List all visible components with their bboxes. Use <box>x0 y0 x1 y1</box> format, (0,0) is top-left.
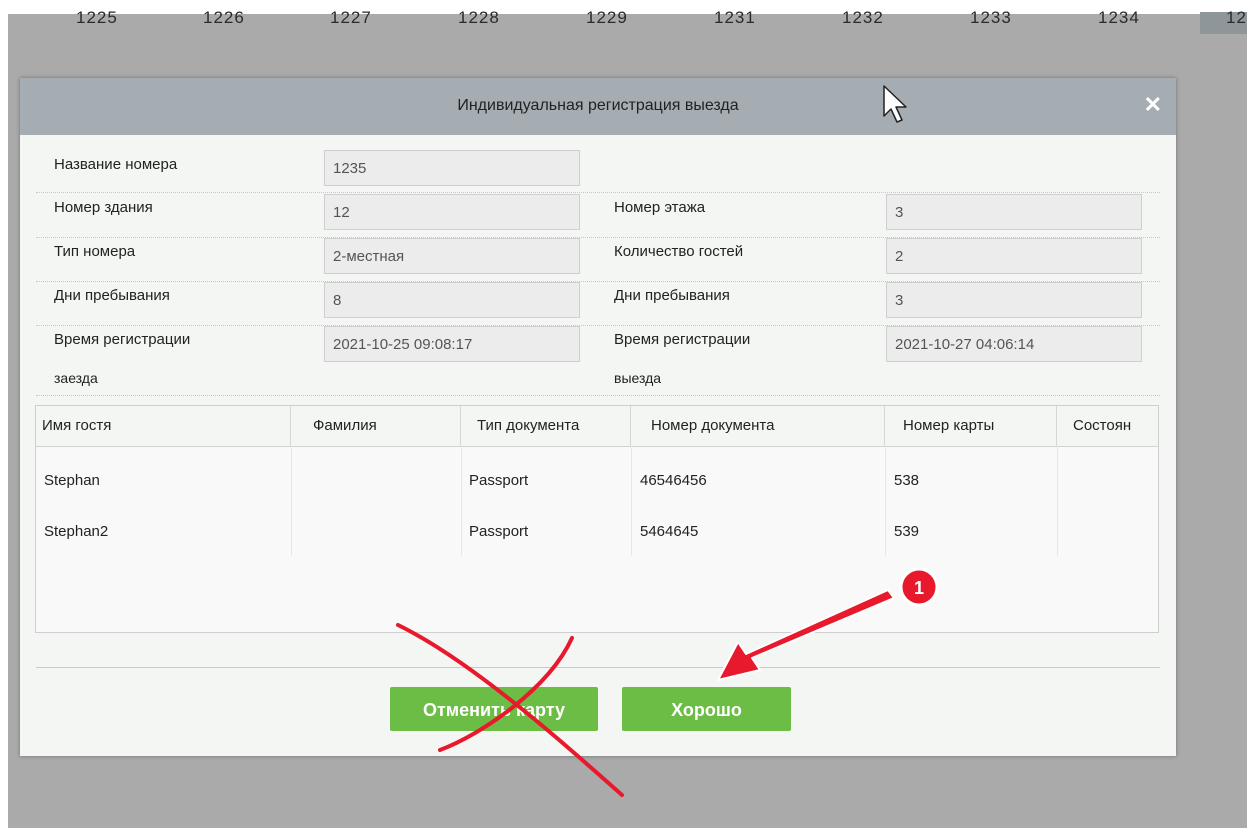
annotation-overlay: 1 <box>396 85 939 797</box>
step-badge: 1 <box>899 567 939 607</box>
pointer-arrow-icon <box>717 589 895 681</box>
step-badge-label: 1 <box>914 578 924 598</box>
mouse-cursor-icon <box>883 85 907 123</box>
cross-out-mark <box>396 623 624 797</box>
